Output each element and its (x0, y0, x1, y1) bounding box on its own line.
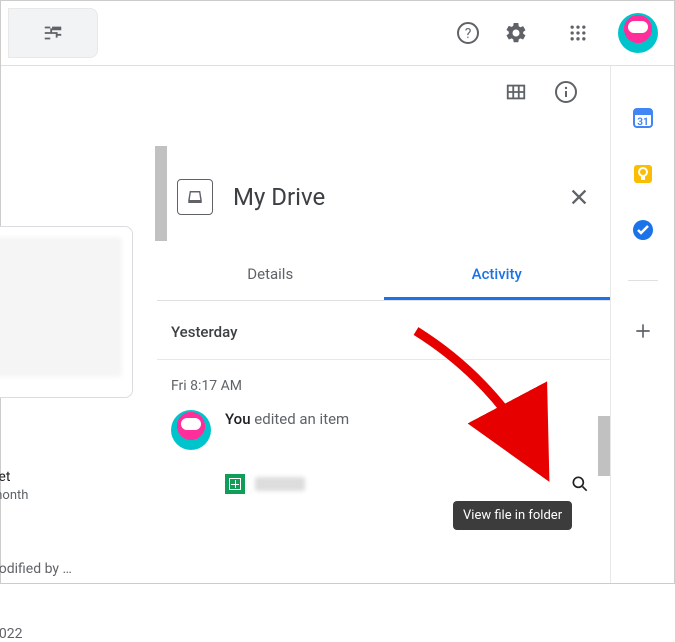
info-icon (554, 80, 578, 104)
view-toggle-row (500, 76, 582, 108)
settings-button[interactable] (494, 11, 538, 55)
close-icon (568, 186, 590, 208)
year-text: 2022 (0, 626, 22, 642)
grid-view-button[interactable] (500, 76, 532, 108)
apps-button[interactable] (556, 11, 600, 55)
file-list-column: eet month nodified by … 2022 (1, 66, 157, 583)
info-button[interactable] (550, 76, 582, 108)
top-bar: ? (1, 1, 674, 65)
activity-file-row (225, 468, 596, 500)
activity-text: You edited an item (225, 410, 349, 428)
file-subtitle: month (0, 488, 28, 503)
tasks-icon (631, 218, 655, 242)
add-addon-button[interactable] (631, 319, 655, 343)
my-drive-icon (177, 179, 213, 215)
help-button[interactable]: ? (446, 11, 490, 55)
panel-tabs: Details Activity (157, 251, 610, 301)
close-panel-button[interactable] (568, 186, 590, 208)
file-thumbnail (0, 237, 122, 377)
sliders-icon (42, 22, 64, 44)
sheets-icon (225, 474, 245, 494)
account-avatar[interactable] (618, 13, 658, 53)
activity-timestamp: Fri 8:17 AM (171, 378, 596, 394)
grid-view-icon (505, 81, 527, 103)
plus-icon (633, 321, 653, 341)
modified-header: nodified by … (0, 561, 72, 577)
side-rail: 31 (610, 66, 674, 583)
activity-avatar (171, 410, 211, 450)
panel-title: My Drive (233, 183, 568, 211)
apps-grid-icon (568, 23, 588, 43)
content: eet month nodified by … 2022 My Drive (1, 66, 674, 583)
view-in-folder-button[interactable] (564, 468, 596, 500)
tab-activity[interactable]: Activity (384, 251, 611, 300)
activity-actor: You (225, 410, 251, 428)
svg-text:31: 31 (637, 117, 648, 128)
rail-divider (628, 280, 658, 281)
activity-item: Fri 8:17 AM You edited an item (157, 360, 610, 518)
tasks-app-button[interactable] (631, 218, 655, 242)
tooltip: View file in folder (453, 501, 572, 530)
file-name: eet (0, 469, 10, 485)
tab-details[interactable]: Details (157, 251, 384, 300)
calendar-icon: 31 (631, 106, 655, 130)
activity-section-label: Yesterday (157, 301, 610, 360)
help-icon: ? (456, 21, 480, 45)
top-actions: ? (446, 11, 658, 55)
keep-icon (631, 162, 655, 186)
details-header: My Drive (157, 171, 610, 233)
file-card[interactable] (0, 226, 133, 398)
svg-text:?: ? (465, 26, 472, 42)
calendar-app-button[interactable]: 31 (631, 106, 655, 130)
activity-scrollbar[interactable] (598, 416, 610, 476)
activity-file-name[interactable] (255, 477, 305, 491)
keep-app-button[interactable] (631, 162, 655, 186)
activity-action: edited an item (254, 410, 349, 428)
filter-button[interactable] (8, 8, 98, 58)
gear-icon (504, 21, 528, 45)
magnifier-icon (570, 474, 590, 494)
